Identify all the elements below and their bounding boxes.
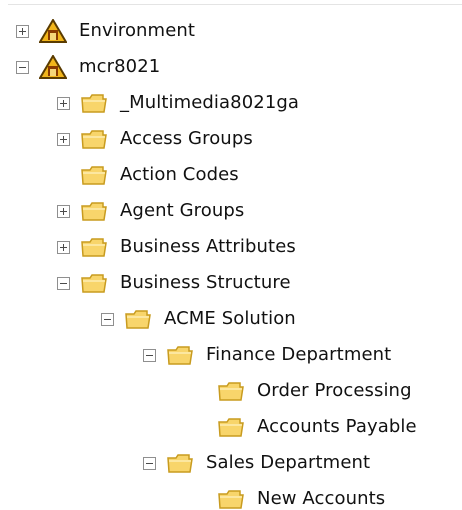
folder-icon bbox=[125, 310, 151, 329]
tree-node-order-processing[interactable]: Order Processing bbox=[194, 376, 412, 406]
tree-node-label: Order Processing bbox=[257, 380, 412, 401]
configuration-tree: Environment mcr8021 _Multimedia8021ga Ac… bbox=[0, 0, 462, 510]
tree-node-business-attributes[interactable]: Business Attributes bbox=[57, 232, 296, 262]
environment-warning-icon bbox=[39, 55, 67, 79]
expand-icon[interactable] bbox=[16, 24, 29, 38]
folder-icon bbox=[81, 274, 107, 293]
tree-node-access-groups[interactable]: Access Groups bbox=[57, 124, 253, 154]
expand-icon[interactable] bbox=[57, 132, 70, 146]
tree-node-business-structure[interactable]: Business Structure bbox=[57, 268, 291, 298]
tree-node-new-accounts[interactable]: New Accounts bbox=[194, 484, 385, 510]
expand-icon[interactable] bbox=[57, 204, 70, 218]
expand-icon[interactable] bbox=[57, 96, 70, 110]
tree-node-label: Finance Department bbox=[206, 344, 392, 365]
tree-node-action-codes[interactable]: Action Codes bbox=[57, 160, 239, 190]
tree-node-label: New Accounts bbox=[257, 488, 386, 509]
collapse-icon[interactable] bbox=[57, 276, 70, 290]
folder-icon bbox=[218, 490, 244, 509]
tree-node-label: _Multimedia8021ga bbox=[120, 92, 300, 113]
collapse-icon[interactable] bbox=[16, 60, 29, 74]
tree-node-finance-department[interactable]: Finance Department bbox=[143, 340, 391, 370]
folder-icon bbox=[81, 202, 107, 221]
folder-icon bbox=[81, 166, 107, 185]
tree-node-sales-department[interactable]: Sales Department bbox=[143, 448, 370, 478]
folder-icon bbox=[81, 130, 107, 149]
tree-node-label: Action Codes bbox=[120, 164, 239, 185]
folder-icon bbox=[218, 418, 244, 437]
tree-node-label: Access Groups bbox=[120, 128, 253, 149]
tree-node-acme-solution[interactable]: ACME Solution bbox=[101, 304, 296, 334]
tree-node-multimedia8021ga[interactable]: _Multimedia8021ga bbox=[57, 88, 299, 118]
collapse-icon[interactable] bbox=[143, 456, 156, 470]
tree-node-label: Environment bbox=[79, 20, 196, 41]
tree-node-agent-groups[interactable]: Agent Groups bbox=[57, 196, 244, 226]
tree-node-accounts-payable[interactable]: Accounts Payable bbox=[194, 412, 417, 442]
tree-node-label: ACME Solution bbox=[164, 308, 296, 329]
tree-node-label: Agent Groups bbox=[120, 200, 245, 221]
environment-warning-icon bbox=[39, 19, 67, 43]
folder-icon bbox=[218, 382, 244, 401]
tree-node-label: Accounts Payable bbox=[257, 416, 417, 437]
collapse-icon[interactable] bbox=[143, 348, 156, 362]
tree-node-label: Business Structure bbox=[120, 272, 291, 293]
tree-node-environment[interactable]: Environment bbox=[16, 16, 195, 46]
folder-icon bbox=[167, 454, 193, 473]
folder-icon bbox=[81, 94, 107, 113]
folder-icon bbox=[167, 346, 193, 365]
expand-icon[interactable] bbox=[57, 240, 70, 254]
tree-node-label: Business Attributes bbox=[120, 236, 296, 257]
collapse-icon[interactable] bbox=[101, 312, 114, 326]
folder-icon bbox=[81, 238, 107, 257]
tree-node-label: mcr8021 bbox=[79, 56, 161, 77]
tree-node-mcr8021[interactable]: mcr8021 bbox=[16, 52, 160, 82]
tree-node-label: Sales Department bbox=[206, 452, 371, 473]
